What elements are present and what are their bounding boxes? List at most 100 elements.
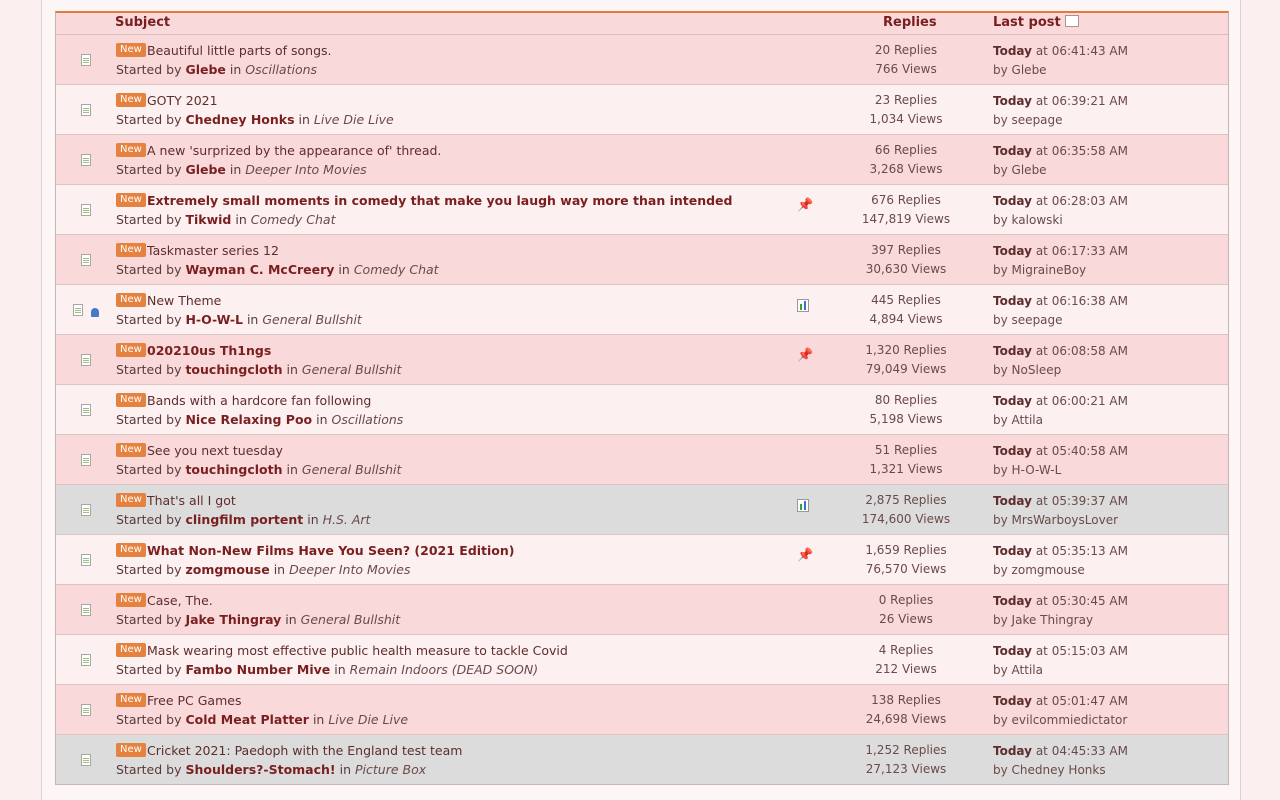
topic-rows: New Beautiful little parts of songs. Start… (56, 35, 1228, 784)
board-link[interactable]: Oscillations (332, 412, 404, 427)
topic-title-link[interactable]: Bands with a hardcore fan following (147, 393, 371, 408)
new-badge[interactable]: New (116, 493, 146, 507)
new-badge[interactable]: New (116, 193, 146, 207)
author-link[interactable]: zomgmouse (185, 562, 269, 577)
last-post-time[interactable]: Today at 06:08:58 AM (993, 344, 1128, 358)
last-post-time[interactable]: Today at 06:16:38 AM (993, 294, 1128, 308)
sort-icon[interactable] (1064, 15, 1079, 27)
author-link[interactable]: touchingcloth (185, 462, 282, 477)
new-badge[interactable]: New (116, 143, 146, 157)
last-post-time[interactable]: Today at 05:15:03 AM (993, 644, 1128, 658)
last-post-user-link[interactable]: MrsWarboysLover (1012, 513, 1118, 527)
last-post-user-link[interactable]: seepage (1012, 113, 1063, 127)
board-link[interactable]: Oscillations (245, 62, 317, 77)
new-badge[interactable]: New (116, 443, 146, 457)
last-post-time[interactable]: Today at 06:39:21 AM (993, 94, 1128, 108)
author-link[interactable]: touchingcloth (185, 362, 282, 377)
last-post-user-link[interactable]: Attila (1012, 663, 1043, 677)
topic-row: New A new 'surprized by the appearance of… (56, 134, 1228, 184)
new-badge[interactable]: New (116, 543, 146, 557)
topic-title-link[interactable]: New Theme (147, 293, 221, 308)
new-badge[interactable]: New (116, 243, 146, 257)
last-post-time[interactable]: Today at 06:00:21 AM (993, 394, 1128, 408)
topic-title-link[interactable]: Cricket 2021: Paedoph with the England t… (147, 743, 462, 758)
last-post-time[interactable]: Today at 06:28:03 AM (993, 194, 1128, 208)
topic-title-link[interactable]: Taskmaster series 12 (147, 243, 279, 258)
last-post-user-link[interactable]: H-O-W-L (1012, 463, 1062, 477)
board-link[interactable]: Deeper Into Movies (245, 162, 366, 177)
board-link[interactable]: General Bullshit (302, 362, 402, 377)
last-post-user-link[interactable]: Chedney Honks (1012, 763, 1106, 777)
last-post-user-link[interactable]: seepage (1012, 313, 1063, 327)
author-link[interactable]: Tikwid (185, 212, 231, 227)
last-post-time[interactable]: Today at 06:41:43 AM (993, 44, 1128, 58)
new-badge[interactable]: New (116, 43, 146, 57)
topic-title-link[interactable]: Beautiful little parts of songs. (147, 43, 332, 58)
new-badge[interactable]: New (116, 693, 146, 707)
author-link[interactable]: Fambo Number Mive (185, 662, 330, 677)
board-link[interactable]: H.S. Art (323, 512, 371, 527)
author-link[interactable]: Glebe (185, 62, 225, 77)
topic-title-link[interactable]: What Non-New Films Have You Seen? (2021 … (147, 543, 515, 558)
new-badge[interactable]: New (116, 593, 146, 607)
board-link[interactable]: Comedy Chat (354, 262, 439, 277)
board-link[interactable]: Live Die Live (328, 712, 408, 727)
board-link[interactable]: Deeper Into Movies (289, 562, 410, 577)
last-post-user-link[interactable]: MigraineBoy (1012, 263, 1087, 277)
author-link[interactable]: Jake Thingray (185, 612, 281, 627)
author-link[interactable]: Chedney Honks (185, 112, 294, 127)
last-post-user-link[interactable]: kalowski (1012, 213, 1063, 227)
last-post-user-link[interactable]: Glebe (1012, 163, 1047, 177)
last-post-user-link[interactable]: Glebe (1012, 63, 1047, 77)
replies-column-header[interactable]: Replies (883, 15, 937, 30)
author-link[interactable]: Shoulders?-Stomach! (185, 762, 335, 777)
author-link[interactable]: Cold Meat Platter (185, 712, 309, 727)
author-link[interactable]: clingfilm portent (185, 512, 303, 527)
last-post-time[interactable]: Today at 05:40:58 AM (993, 444, 1128, 458)
new-badge[interactable]: New (116, 643, 146, 657)
last-post-column-header[interactable]: Last post (993, 15, 1079, 30)
author-link[interactable]: Glebe (185, 162, 225, 177)
topic-title-link[interactable]: A new 'surprized by the appearance of' t… (147, 143, 441, 158)
last-post-time[interactable]: Today at 05:35:13 AM (993, 544, 1128, 558)
board-link[interactable]: Remain Indoors (DEAD SOON) (350, 662, 538, 677)
new-badge[interactable]: New (116, 93, 146, 107)
board-link[interactable]: General Bullshit (302, 462, 402, 477)
last-post-time[interactable]: Today at 05:39:37 AM (993, 494, 1128, 508)
new-badge[interactable]: New (116, 743, 146, 757)
last-post-time[interactable]: Today at 05:30:45 AM (993, 594, 1128, 608)
last-post-time[interactable]: Today at 06:17:33 AM (993, 244, 1128, 258)
board-link[interactable]: Comedy Chat (251, 212, 336, 227)
board-link[interactable]: Live Die Live (314, 112, 394, 127)
board-link[interactable]: General Bullshit (262, 312, 362, 327)
last-post-user-link[interactable]: Attila (1012, 413, 1043, 427)
topic-title-link[interactable]: Free PC Games (147, 693, 241, 708)
subject-column-header[interactable]: Subject (115, 15, 170, 30)
by-label: by (993, 613, 1008, 627)
topic-title-link[interactable]: Case, The. (147, 593, 213, 608)
topic-title-link[interactable]: Extremely small moments in comedy that m… (147, 193, 732, 208)
new-badge[interactable]: New (116, 343, 146, 357)
last-post-time[interactable]: Today at 05:01:47 AM (993, 694, 1128, 708)
by-label: by (993, 713, 1008, 727)
board-link[interactable]: General Bullshit (301, 612, 401, 627)
topic-starter-line: Started by zomgmouse in Deeper Into Movi… (116, 562, 410, 577)
last-post-user-link[interactable]: Jake Thingray (1012, 613, 1094, 627)
new-badge[interactable]: New (116, 293, 146, 307)
last-post-time[interactable]: Today at 06:35:58 AM (993, 144, 1128, 158)
topic-title-link[interactable]: Mask wearing most effective public healt… (147, 643, 568, 658)
new-badge[interactable]: New (116, 393, 146, 407)
topic-title-link[interactable]: 020210us Th1ngs (147, 343, 271, 358)
last-post-user-link[interactable]: zomgmouse (1012, 563, 1085, 577)
author-link[interactable]: H-O-W-L (185, 312, 243, 327)
last-post-user-link[interactable]: NoSleep (1012, 363, 1062, 377)
last-post-user-link[interactable]: evilcommiedictator (1012, 713, 1128, 727)
last-post-time[interactable]: Today at 04:45:33 AM (993, 744, 1128, 758)
topic-title-link[interactable]: GOTY 2021 (147, 93, 218, 108)
topic-title-link[interactable]: That's all I got (147, 493, 236, 508)
topic-title-link[interactable]: See you next tuesday (147, 443, 283, 458)
author-link[interactable]: Wayman C. McCreery (185, 262, 334, 277)
author-link[interactable]: Nice Relaxing Poo (185, 412, 312, 427)
topic-starter-line: Started by Glebe in Oscillations (116, 62, 317, 77)
board-link[interactable]: Picture Box (355, 762, 426, 777)
